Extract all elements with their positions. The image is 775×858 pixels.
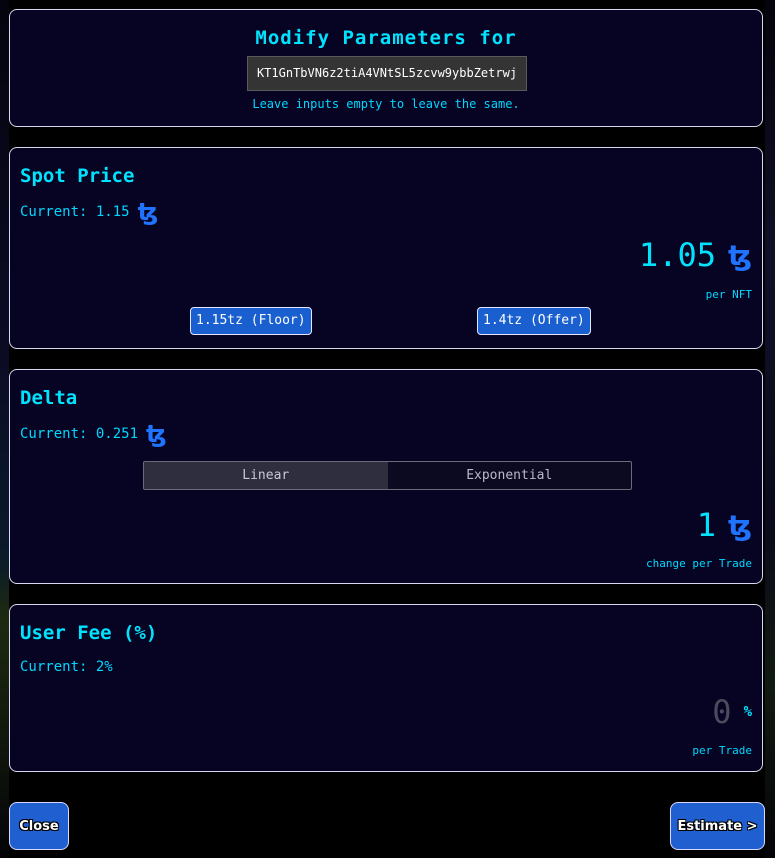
curve-type-toggle: Linear Exponential bbox=[143, 461, 632, 490]
floor-price-button[interactable]: 1.15tz (Floor) bbox=[190, 307, 312, 335]
background-right-edge bbox=[765, 0, 775, 858]
background-left-edge bbox=[0, 0, 9, 858]
estimate-button[interactable]: Estimate > bbox=[670, 802, 765, 850]
offer-price-button[interactable]: 1.4tz (Offer) bbox=[477, 307, 591, 335]
spot-price-current-text: Current: 1.15 bbox=[20, 204, 130, 220]
modify-parameters-header: Modify Parameters for KT1GnTbVN6z2tiA4VN… bbox=[9, 9, 763, 127]
spot-price-title: Spot Price bbox=[20, 165, 135, 187]
user-fee-placeholder[interactable]: 0 bbox=[712, 693, 731, 731]
spot-price-input[interactable]: 1.05 ꜩ bbox=[639, 236, 752, 274]
page-title: Modify Parameters for bbox=[255, 27, 517, 49]
delta-unit-label: change per Trade bbox=[646, 557, 752, 570]
spot-price-unit-label: per NFT bbox=[705, 288, 752, 301]
delta-section: Delta Current: 0.251 ꜩ Linear Exponentia… bbox=[9, 369, 763, 584]
tez-icon: ꜩ bbox=[727, 508, 752, 542]
delta-current: Current: 0.251 ꜩ bbox=[20, 420, 167, 448]
tez-icon: ꜩ bbox=[727, 238, 752, 272]
user-fee-input[interactable]: 0 % bbox=[712, 693, 752, 731]
percent-symbol: % bbox=[743, 704, 752, 720]
curve-type-linear[interactable]: Linear bbox=[144, 462, 388, 489]
spot-price-section: Spot Price Current: 1.15 ꜩ 1.05 ꜩ per NF… bbox=[9, 147, 763, 349]
tez-icon: ꜩ bbox=[137, 198, 159, 226]
spot-price-current: Current: 1.15 ꜩ bbox=[20, 198, 159, 226]
user-fee-unit-label: per Trade bbox=[692, 744, 752, 757]
user-fee-current: Current: 2% bbox=[20, 659, 113, 675]
header-hint: Leave inputs empty to leave the same. bbox=[252, 97, 520, 111]
user-fee-current-text: Current: 2% bbox=[20, 659, 113, 675]
user-fee-title: User Fee (%) bbox=[20, 622, 158, 644]
contract-address-field[interactable]: KT1GnTbVN6z2tiA4VNtSL5zcvw9ybbZetrwj bbox=[247, 56, 527, 91]
spot-price-value[interactable]: 1.05 bbox=[639, 236, 716, 274]
delta-value[interactable]: 1 bbox=[697, 506, 716, 544]
tez-icon: ꜩ bbox=[146, 420, 167, 448]
delta-input[interactable]: 1 ꜩ bbox=[697, 506, 752, 544]
delta-title: Delta bbox=[20, 387, 78, 409]
user-fee-section: User Fee (%) Current: 2% 0 % per Trade bbox=[9, 604, 763, 772]
close-button[interactable]: Close bbox=[9, 802, 69, 850]
curve-type-exponential[interactable]: Exponential bbox=[388, 462, 632, 489]
delta-current-text: Current: 0.251 bbox=[20, 426, 139, 442]
